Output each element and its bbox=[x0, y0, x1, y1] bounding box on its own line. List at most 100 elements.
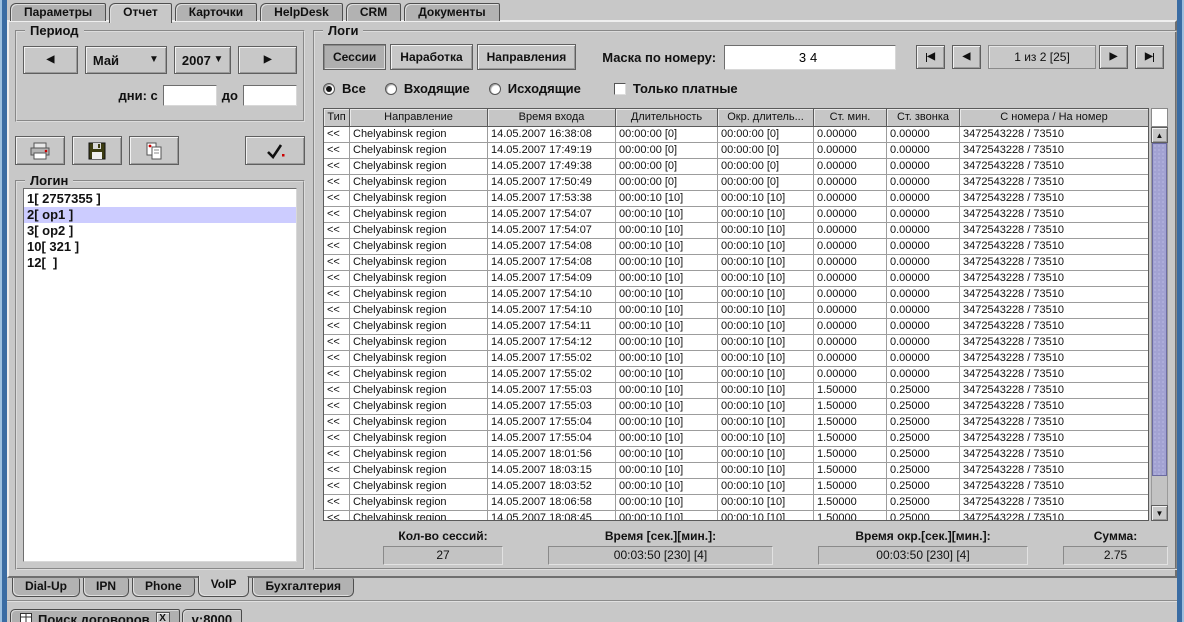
login-item[interactable]: 3[ op2 ] bbox=[24, 223, 296, 239]
login-item[interactable]: 12[ ] bbox=[24, 255, 296, 271]
table-row[interactable]: << Chelyabinsk region 14.05.2007 17:54:1… bbox=[324, 303, 1148, 319]
cell-rounded-duration: 00:00:10 [10] bbox=[718, 383, 814, 399]
table-row[interactable]: << Chelyabinsk region 14.05.2007 18:03:1… bbox=[324, 463, 1148, 479]
first-page-button[interactable]: ◀ bbox=[916, 45, 945, 69]
close-icon[interactable]: X bbox=[156, 612, 170, 622]
days-to-input[interactable] bbox=[243, 85, 297, 106]
table-row[interactable]: << Chelyabinsk region 14.05.2007 17:54:0… bbox=[324, 255, 1148, 271]
table-row[interactable]: << Chelyabinsk region 14.05.2007 17:55:0… bbox=[324, 415, 1148, 431]
column-header[interactable]: С номера / На номер bbox=[960, 109, 1148, 127]
table-row[interactable]: << Chelyabinsk region 14.05.2007 18:01:5… bbox=[324, 447, 1148, 463]
tab-buhgalteria[interactable]: Бухгалтерия bbox=[252, 578, 354, 597]
cell-duration: 00:00:10 [10] bbox=[616, 479, 718, 495]
table-row[interactable]: << Chelyabinsk region 14.05.2007 17:55:0… bbox=[324, 383, 1148, 399]
tab-voip[interactable]: VoIP bbox=[198, 576, 250, 597]
year-select[interactable]: 2007 ▼ bbox=[174, 46, 232, 74]
table-row[interactable]: << Chelyabinsk region 14.05.2007 17:54:1… bbox=[324, 287, 1148, 303]
table-row[interactable]: << Chelyabinsk region 14.05.2007 17:54:0… bbox=[324, 271, 1148, 287]
tab-kartochki[interactable]: Карточки bbox=[175, 3, 257, 21]
print-button[interactable] bbox=[15, 136, 65, 165]
usage-view-button[interactable]: Наработка bbox=[390, 44, 472, 70]
prev-month-button[interactable]: ◀ bbox=[23, 46, 78, 74]
save-button[interactable] bbox=[72, 136, 122, 165]
month-select[interactable]: Май ▼ bbox=[85, 46, 167, 74]
cell-rounded-duration: 00:00:10 [10] bbox=[718, 303, 814, 319]
cell-type: << bbox=[324, 191, 350, 207]
copy-button[interactable] bbox=[129, 136, 179, 165]
cell-direction: Chelyabinsk region bbox=[350, 191, 488, 207]
cell-entry-time: 14.05.2007 17:49:19 bbox=[488, 143, 616, 159]
directions-view-button[interactable]: Направления bbox=[477, 44, 577, 70]
next-page-button[interactable]: ▶ bbox=[1099, 45, 1128, 69]
cell-entry-time: 14.05.2007 17:55:02 bbox=[488, 351, 616, 367]
table-row[interactable]: << Chelyabinsk region 14.05.2007 17:50:4… bbox=[324, 175, 1148, 191]
cell-rate-min: 1.50000 bbox=[814, 447, 887, 463]
radio-all[interactable] bbox=[323, 83, 335, 95]
cell-type: << bbox=[324, 367, 350, 383]
table-row[interactable]: << Chelyabinsk region 14.05.2007 17:55:0… bbox=[324, 399, 1148, 415]
table-row[interactable]: << Chelyabinsk region 14.05.2007 17:55:0… bbox=[324, 367, 1148, 383]
paid-only-checkbox[interactable] bbox=[614, 83, 626, 95]
tab-helpdesk[interactable]: HelpDesk bbox=[260, 3, 343, 21]
table-row[interactable]: << Chelyabinsk region 14.05.2007 17:54:0… bbox=[324, 207, 1148, 223]
tab-phone[interactable]: Phone bbox=[132, 578, 195, 597]
next-month-button[interactable]: ▶ bbox=[238, 46, 297, 74]
table-row[interactable]: << Chelyabinsk region 14.05.2007 17:54:0… bbox=[324, 223, 1148, 239]
table-row[interactable]: << Chelyabinsk region 14.05.2007 17:54:0… bbox=[324, 239, 1148, 255]
column-header[interactable]: Направление bbox=[350, 109, 488, 127]
cell-duration: 00:00:10 [10] bbox=[616, 303, 718, 319]
cell-type: << bbox=[324, 319, 350, 335]
last-page-button[interactable]: ▶ bbox=[1135, 45, 1164, 69]
tab-parametry[interactable]: Параметры bbox=[10, 3, 106, 21]
table-row[interactable]: << Chelyabinsk region 14.05.2007 17:49:3… bbox=[324, 159, 1148, 175]
login-list[interactable]: 1[ 2757355 ]2[ op1 ]3[ op2 ]10[ 321 ]12[… bbox=[23, 188, 297, 562]
tab-ipn[interactable]: IPN bbox=[83, 578, 129, 597]
table-row[interactable]: << Chelyabinsk region 14.05.2007 16:38:0… bbox=[324, 127, 1148, 143]
scroll-track[interactable] bbox=[1151, 143, 1168, 505]
column-header[interactable]: Ст. мин. bbox=[814, 109, 887, 127]
apply-button[interactable] bbox=[245, 136, 305, 165]
column-header[interactable]: Время входа bbox=[488, 109, 616, 127]
cell-type: << bbox=[324, 303, 350, 319]
login-item[interactable]: 2[ op1 ] bbox=[24, 207, 296, 223]
up-arrow-icon: ▲ bbox=[1156, 131, 1164, 140]
radio-incoming[interactable] bbox=[385, 83, 397, 95]
cell-direction: Chelyabinsk region bbox=[350, 431, 488, 447]
login-item[interactable]: 1[ 2757355 ] bbox=[24, 191, 296, 207]
table-row[interactable]: << Chelyabinsk region 14.05.2007 17:54:1… bbox=[324, 319, 1148, 335]
prev-page-button[interactable]: ◀ bbox=[952, 45, 981, 69]
table-row[interactable]: << Chelyabinsk region 14.05.2007 17:53:3… bbox=[324, 191, 1148, 207]
tab-dokumenty[interactable]: Документы bbox=[404, 3, 499, 21]
tab-otchet[interactable]: Отчет bbox=[109, 3, 172, 23]
table-row[interactable]: << Chelyabinsk region 14.05.2007 17:55:0… bbox=[324, 351, 1148, 367]
table-row[interactable]: << Chelyabinsk region 14.05.2007 18:03:5… bbox=[324, 479, 1148, 495]
scroll-down-button[interactable]: ▼ bbox=[1151, 505, 1168, 521]
table-row[interactable]: << Chelyabinsk region 14.05.2007 17:55:0… bbox=[324, 431, 1148, 447]
cell-numbers: 3472543228 / 73510 bbox=[960, 447, 1148, 463]
table-row[interactable]: << Chelyabinsk region 14.05.2007 18:06:5… bbox=[324, 495, 1148, 511]
column-header[interactable]: Длительность bbox=[616, 109, 718, 127]
mask-input[interactable] bbox=[724, 45, 896, 70]
column-header[interactable]: Ст. звонка bbox=[887, 109, 960, 127]
login-item[interactable]: 10[ 321 ] bbox=[24, 239, 296, 255]
table-scrollbar[interactable]: ▲ ▼ bbox=[1151, 108, 1168, 521]
table-row[interactable]: << Chelyabinsk region 14.05.2007 18:08:4… bbox=[324, 511, 1148, 520]
days-from-input[interactable] bbox=[163, 85, 217, 106]
cell-duration: 00:00:00 [0] bbox=[616, 175, 718, 191]
column-header[interactable]: Окр. длитель... bbox=[718, 109, 814, 127]
column-header[interactable]: Тип bbox=[324, 109, 350, 127]
contracts-search-tab[interactable]: Поиск договоров X bbox=[10, 609, 180, 622]
cell-rate-call: 0.25000 bbox=[887, 447, 960, 463]
tab-dialup[interactable]: Dial-Up bbox=[12, 578, 80, 597]
cell-numbers: 3472543228 / 73510 bbox=[960, 415, 1148, 431]
tab-crm[interactable]: CRM bbox=[346, 3, 401, 21]
scroll-thumb[interactable] bbox=[1152, 143, 1167, 476]
table-row[interactable]: << Chelyabinsk region 14.05.2007 17:54:1… bbox=[324, 335, 1148, 351]
cell-duration: 00:00:10 [10] bbox=[616, 287, 718, 303]
cell-rate-min: 0.00000 bbox=[814, 191, 887, 207]
scroll-up-button[interactable]: ▲ bbox=[1151, 127, 1168, 143]
radio-outgoing[interactable] bbox=[489, 83, 501, 95]
version-tab[interactable]: v:8000 bbox=[182, 609, 242, 622]
table-row[interactable]: << Chelyabinsk region 14.05.2007 17:49:1… bbox=[324, 143, 1148, 159]
sessions-view-button[interactable]: Сессии bbox=[323, 44, 386, 70]
